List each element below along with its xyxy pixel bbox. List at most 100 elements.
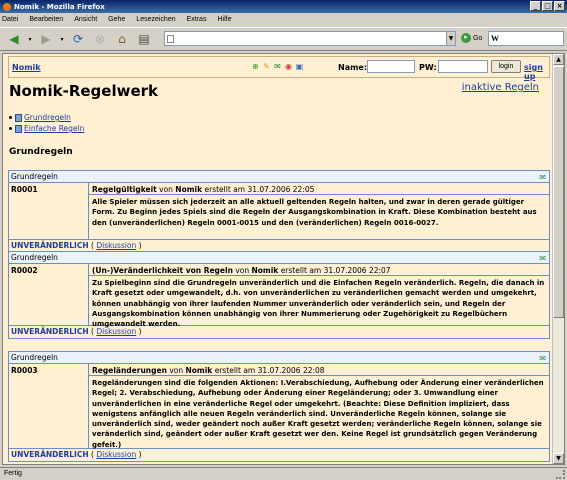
rule-header: (Un-)Veränderlichkeit von Regeln von Nom… <box>89 264 549 276</box>
back-dropdown[interactable]: ▾ <box>25 29 35 49</box>
pw-label: PW: <box>419 63 437 72</box>
name-field[interactable] <box>367 60 415 73</box>
firefox-icon <box>3 2 11 11</box>
nav-item-grundregeln[interactable]: Grundregeln <box>9 112 84 123</box>
site-header: Nomik ⊕ ✎ ✉ ◉ ▣ Name: PW: login sign up <box>8 56 550 81</box>
rule-created: erstellt am 31.07.2006 22:08 <box>214 366 325 375</box>
rule-created: erstellt am 31.07.2006 22:05 <box>204 185 315 194</box>
edit-icon[interactable]: ✎ <box>262 62 271 71</box>
reload-button[interactable]: ⟳ <box>67 29 89 49</box>
go-arrow-icon: ▸ <box>461 33 471 43</box>
back-arrow-icon: ◀ <box>9 32 19 46</box>
rule-status: UNVERÄNDERLICH <box>11 450 89 459</box>
window-titlebar: Nomik - Mozilla Firefox _ □ × <box>0 0 567 13</box>
rule-status: UNVERÄNDERLICH <box>11 327 89 336</box>
rule-author: Nomik <box>185 366 213 375</box>
scroll-thumb[interactable] <box>553 66 564 318</box>
rule-card: Grundregeln ✉ R0003 Regeländerungen von N… <box>8 351 550 462</box>
menu-datei[interactable]: Datei <box>2 16 18 23</box>
print-icon: ▤ <box>138 32 150 46</box>
document-icon <box>15 124 22 133</box>
name-label: Name: <box>338 63 368 72</box>
rule-id: R0003 <box>9 364 89 448</box>
page-title: Nomik-Regelwerk <box>9 82 159 100</box>
stop-icon: ⊗ <box>94 32 106 46</box>
close-button[interactable]: × <box>554 1 565 11</box>
discussion-link[interactable]: Diskussion <box>96 327 136 336</box>
print-button[interactable]: ▤ <box>133 29 155 49</box>
page-viewport: Nomik ⊕ ✎ ✉ ◉ ▣ Name: PW: login sign up … <box>2 53 565 465</box>
rule-created: erstellt am 31.07.2006 22:07 <box>280 266 391 275</box>
rule-id: R0001 <box>9 183 89 239</box>
forward-button[interactable]: ▶ <box>35 29 57 49</box>
url-bar[interactable] <box>164 31 454 46</box>
inactive-rules-link[interactable]: inaktive Regeln <box>462 82 539 93</box>
rule-text: Zu Spielbeginn sind die Grundregeln unve… <box>92 279 545 329</box>
scroll-up-button[interactable]: ▲ <box>553 54 564 65</box>
password-field[interactable] <box>438 60 488 73</box>
reload-icon: ⟳ <box>72 32 84 46</box>
rule-author: Nomik <box>175 185 203 194</box>
signup-link[interactable]: sign up <box>524 63 549 81</box>
menu-hilfe[interactable]: Hilfe <box>217 16 231 23</box>
rule-author: Nomik <box>251 266 279 275</box>
home-button[interactable]: ⌂ <box>111 29 133 49</box>
edit-rule-icon[interactable]: ✉ <box>539 172 546 183</box>
vertical-scrollbar[interactable]: ▲ ▼ <box>552 54 564 464</box>
rule-name: (Un-)Veränderlichkeit von Regeln <box>92 266 233 275</box>
section-title: Grundregeln <box>9 147 73 157</box>
rule-card: Grundregeln ✉ R0001 Regelgültigkeit von N… <box>8 170 550 253</box>
brand-link[interactable]: Nomik <box>12 63 41 72</box>
document-icon <box>15 113 22 122</box>
book-icon[interactable]: ▣ <box>295 62 304 71</box>
rule-status: UNVERÄNDERLICH <box>11 241 89 250</box>
nav-link-einfache-regeln[interactable]: Einfache Regeln <box>24 124 84 133</box>
home-icon: ⌂ <box>118 32 126 46</box>
delete-icon[interactable]: ◉ <box>284 62 293 71</box>
menu-extras[interactable]: Extras <box>187 16 207 23</box>
rule-card: Grundregeln ✉ R0002 (Un-)Veränderlichkeit… <box>8 251 550 339</box>
window-title: Nomik - Mozilla Firefox <box>14 2 105 11</box>
rulebook-nav: Grundregeln Einfache Regeln <box>9 112 84 134</box>
bullet-icon <box>9 127 12 130</box>
nav-link-grundregeln[interactable]: Grundregeln <box>24 113 71 122</box>
nav-item-einfache-regeln[interactable]: Einfache Regeln <box>9 123 84 134</box>
menu-lesezeichen[interactable]: Lesezeichen <box>136 16 175 23</box>
edit-rule-icon[interactable]: ✉ <box>539 353 546 364</box>
rule-category: Grundregeln ✉ <box>9 171 549 183</box>
rule-header: Regelgültigkeit von Nomik erstellt am 31… <box>89 183 549 195</box>
url-dropdown[interactable]: ▼ <box>446 31 456 46</box>
discussion-link[interactable]: Diskussion <box>96 241 136 250</box>
menu-gehe[interactable]: Gehe <box>108 16 125 23</box>
go-button[interactable]: ▸ Go <box>461 33 482 43</box>
rule-category: Grundregeln ✉ <box>9 352 549 364</box>
flag-icon[interactable]: ✉ <box>273 62 282 71</box>
status-bar: Fertig <box>0 467 567 480</box>
forward-dropdown[interactable]: ▾ <box>57 29 67 49</box>
menu-ansicht[interactable]: Ansicht <box>74 16 97 23</box>
status-text: Fertig <box>4 470 22 477</box>
forward-arrow-icon: ▶ <box>41 32 51 46</box>
rule-footer: UNVERÄNDERLICH ( Diskussion ) <box>11 327 142 336</box>
back-button[interactable]: ◀ <box>3 29 25 49</box>
menu-bearbeiten[interactable]: Bearbeiten <box>29 16 63 23</box>
add-icon[interactable]: ⊕ <box>251 62 260 71</box>
rule-footer: UNVERÄNDERLICH ( Diskussion ) <box>11 450 142 459</box>
rule-header: Regeländerungen von Nomik erstellt am 31… <box>89 364 549 376</box>
stop-button[interactable]: ⊗ <box>89 29 111 49</box>
bullet-icon <box>9 116 12 119</box>
menu-bar: Datei Bearbeiten Ansicht Gehe Lesezeiche… <box>0 13 567 26</box>
rule-text: Regeländerungen sind die folgenden Aktio… <box>92 379 544 449</box>
discussion-link[interactable]: Diskussion <box>96 450 136 459</box>
page-content: Nomik ⊕ ✎ ✉ ◉ ▣ Name: PW: login sign up … <box>3 54 553 464</box>
scroll-down-button[interactable]: ▼ <box>553 453 564 464</box>
maximize-button[interactable]: □ <box>542 1 553 11</box>
rule-id: R0002 <box>9 264 89 325</box>
resize-grip-icon[interactable] <box>556 470 565 479</box>
edit-rule-icon[interactable]: ✉ <box>539 253 546 264</box>
page-icon <box>167 35 174 43</box>
rule-text: Alle Spieler müssen sich jederzeit an al… <box>92 198 537 227</box>
search-input[interactable]: W <box>488 31 564 46</box>
login-button[interactable]: login <box>491 60 521 73</box>
minimize-button[interactable]: _ <box>530 1 541 11</box>
